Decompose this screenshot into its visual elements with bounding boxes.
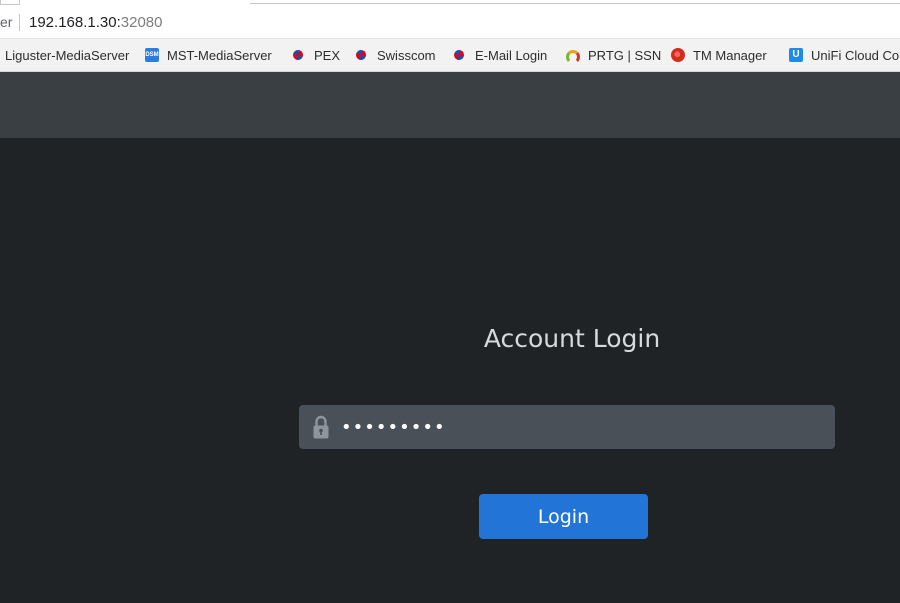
bookmark-pex[interactable]: PEX (292, 39, 340, 71)
dsm-icon: DSM (145, 48, 159, 62)
password-input[interactable] (341, 405, 821, 449)
bookmark-label: Liguster-MediaServer (5, 47, 130, 63)
login-page-background (0, 138, 900, 603)
tab-edge-right (250, 0, 900, 4)
bookmark-label: PRTG | SSN (588, 47, 662, 63)
bookmark-unifi-cloud[interactable]: U UniFi Cloud Co (789, 39, 899, 71)
bookmark-label: E-Mail Login (475, 47, 548, 63)
bookmark-label: MST-MediaServer (167, 47, 272, 63)
url-text[interactable]: 192.168.1.30:32080 (29, 14, 162, 31)
site-info-fragment[interactable]: er (0, 14, 12, 30)
trendmicro-icon (671, 48, 685, 62)
lock-icon (313, 415, 329, 439)
unifi-icon: U (789, 48, 803, 62)
bookmark-mst-mediaserver[interactable]: DSM MST-MediaServer (145, 39, 272, 71)
login-title: Account Login (483, 324, 661, 353)
address-bar[interactable]: er 192.168.1.30:32080 (0, 5, 900, 39)
password-field[interactable] (299, 405, 835, 449)
url-host: 192.168.1.30: (29, 14, 121, 31)
bookmark-label: UniFi Cloud Co (811, 47, 900, 63)
bookmark-swisscom[interactable]: Swisscom (355, 39, 436, 71)
url-port: 32080 (120, 14, 163, 31)
prtg-icon (566, 48, 580, 64)
login-button[interactable]: Login (479, 494, 648, 539)
address-separator (19, 14, 20, 31)
bookmark-label: PEX (314, 47, 341, 63)
bookmark-label: Swisscom (377, 47, 436, 63)
swisscom-icon (355, 48, 369, 62)
bookmark-tm-manager[interactable]: TM Manager (671, 39, 767, 71)
swisscom-icon (453, 48, 467, 62)
bookmarks-bar: Liguster-MediaServer DSM MST-MediaServer… (0, 39, 900, 72)
bookmark-email-login[interactable]: E-Mail Login (453, 39, 547, 71)
app-header-bar (0, 72, 900, 138)
bookmark-label: TM Manager (693, 47, 767, 63)
bookmark-liguster-mediaserver[interactable]: Liguster-MediaServer (5, 39, 129, 71)
swisscom-icon (292, 48, 306, 62)
bookmark-prtg-ssn[interactable]: PRTG | SSN (566, 39, 661, 71)
